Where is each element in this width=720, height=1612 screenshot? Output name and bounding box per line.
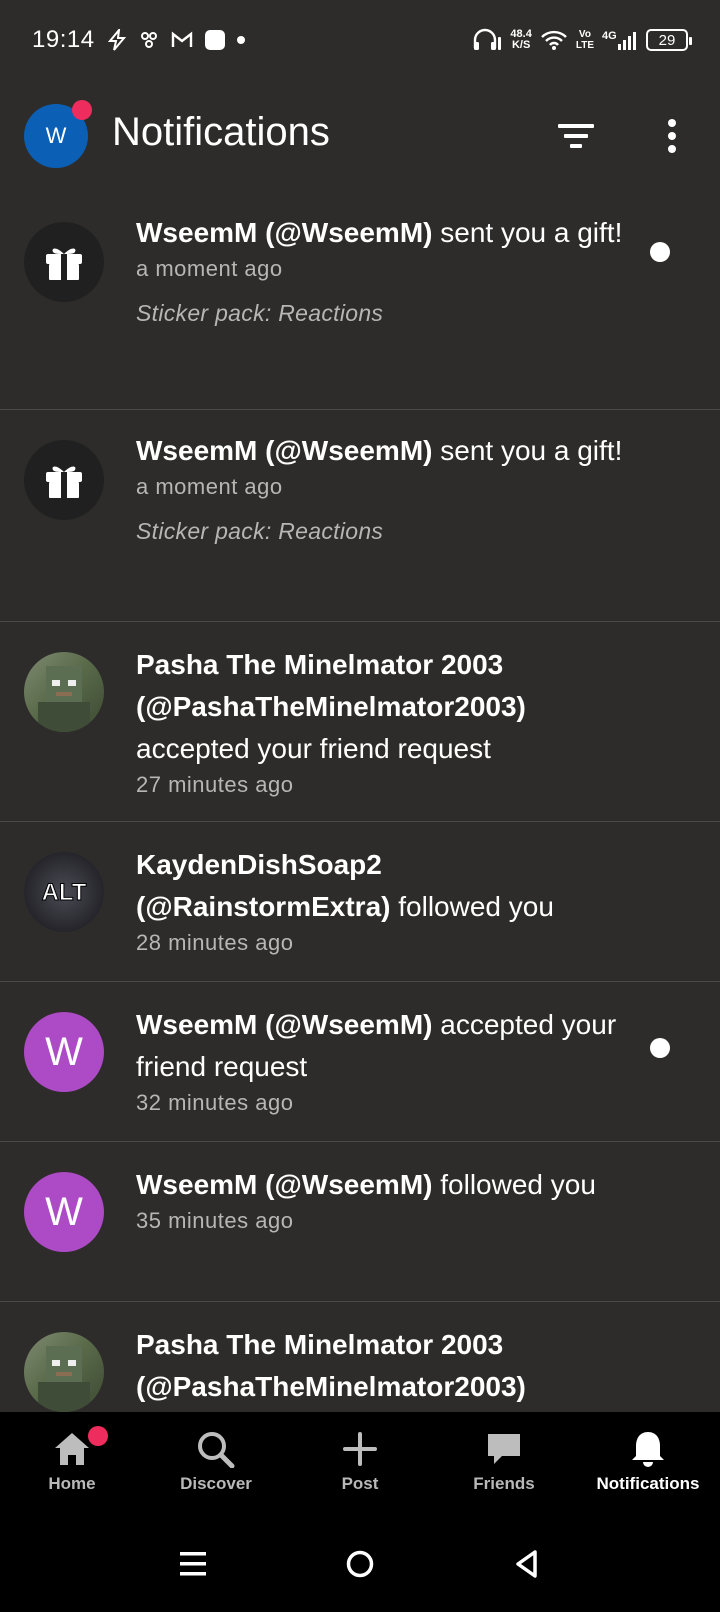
minecraft-avatar-icon [38,666,90,732]
circle-icon [346,1550,374,1578]
notification-time: 32 minutes ago [136,1090,294,1115]
profile-avatar-letter: W [45,123,67,148]
bell-icon [632,1432,664,1467]
plus-icon [343,1432,377,1466]
notification-text: KaydenDishSoap2 (@RainstormExtra) follow… [136,849,554,922]
nav-home[interactable]: Home [0,1412,144,1516]
unread-dot [650,1038,670,1058]
nav-friends-label: Friends [473,1474,535,1493]
headphones-icon [472,28,502,52]
unread-dot [650,242,670,262]
notification-item[interactable]: ALT KaydenDishSoap2 (@RainstormExtra) fo… [0,822,720,982]
minecraft-avatar-icon [38,1346,90,1412]
nav-home-label: Home [48,1474,96,1493]
home-badge [88,1426,108,1446]
search-icon [198,1432,235,1468]
nav-discover[interactable]: Discover [144,1412,288,1516]
svg-text:ALT: ALT [42,879,87,906]
notification-time: 27 minutes ago [136,772,294,797]
signal-icon: 4G [602,29,638,51]
gmail-icon [171,31,193,49]
home-icon [55,1433,89,1465]
net-speed: 48.4 K/S [510,28,532,51]
profile-badge [72,100,92,120]
alt-avatar-icon: ALT [41,879,87,907]
notification-time: a moment ago [136,474,283,499]
gift-avatar [24,440,104,520]
user-avatar: W [24,1012,104,1092]
nav-notifications-label: Notifications [596,1474,700,1493]
battery-level: 29 [658,31,676,49]
notification-detail: Sticker pack: Reactions [136,518,384,544]
nav-friends[interactable]: Friends [432,1412,576,1516]
wifi-icon [540,29,568,51]
back-triangle-icon [515,1550,537,1578]
notification-item[interactable]: W WseemM (@WseemM) accepted your friend … [0,982,720,1142]
gift-icon [46,248,82,280]
notification-time: 28 minutes ago [136,930,294,955]
back-button[interactable] [497,1534,557,1594]
notification-text: WseemM (@WseemM) followed you [136,1169,596,1200]
notification-time: a moment ago [136,256,283,281]
notification-item[interactable]: WseemM (@WseemM) sent you a gift! a mome… [0,192,720,410]
more-notifications-dot-icon [236,36,245,44]
status-bar: 19:14 48.4 K/S Vo LTE 4G 29 [0,0,720,80]
user-avatar: ALT [24,852,104,932]
nav-discover-label: Discover [180,1474,252,1493]
user-avatar: W [24,1172,104,1252]
app-square-icon [204,30,225,50]
app-icon [139,30,159,50]
home-button[interactable] [330,1534,390,1594]
notification-detail: Sticker pack: Reactions [136,300,384,326]
volte-indicator: Vo LTE [575,29,594,51]
avatar-letter: W [45,1029,83,1074]
notification-item[interactable]: W WseemM (@WseemM) followed you 35 minut… [0,1142,720,1302]
filter-button[interactable] [552,116,600,156]
app-header: W Notifications [0,96,720,180]
recents-button[interactable] [163,1534,223,1594]
nav-post-label: Post [341,1474,379,1493]
notification-text: WseemM (@WseemM) accepted your friend re… [136,1009,617,1082]
notification-text: WseemM (@WseemM) sent you a gift! [136,435,623,466]
notification-item[interactable]: Pasha The Minelmator 2003 (@PashaTheMine… [0,622,720,822]
notification-text: Pasha The Minelmator 2003 (@PashaTheMine… [136,649,526,764]
battery-icon: 29 [646,29,692,51]
chat-icon [488,1434,520,1464]
filter-icon [558,124,594,148]
avatar-letter: W [45,1189,83,1234]
user-avatar [24,1332,104,1412]
profile-avatar[interactable]: W [24,100,92,168]
nav-notifications[interactable]: Notifications [576,1412,720,1516]
nav-post[interactable]: Post [288,1412,432,1516]
svg-text:4G: 4G [602,30,617,42]
notification-item[interactable]: Pasha The Minelmator 2003 (@PashaTheMine… [0,1302,720,1412]
notification-list[interactable]: WseemM (@WseemM) sent you a gift! a mome… [0,192,720,1412]
status-time: 19:14 [32,26,95,53]
notification-time: 35 minutes ago [136,1208,294,1233]
more-options-button[interactable] [652,112,692,160]
system-nav-bar [0,1516,720,1612]
bottom-nav: Home Discover Post Friends Notifications [0,1412,720,1516]
notification-text: Pasha The Minelmator 2003 (@PashaTheMine… [136,1329,526,1402]
more-vert-icon [668,119,676,153]
flash-icon [107,29,127,51]
notification-text: WseemM (@WseemM) sent you a gift! [136,217,623,248]
gift-avatar [24,222,104,302]
user-avatar [24,652,104,732]
page-title: Notifications [112,110,330,154]
menu-icon [180,1552,207,1576]
notification-item[interactable]: WseemM (@WseemM) sent you a gift! a mome… [0,410,720,622]
gift-icon [46,466,82,498]
